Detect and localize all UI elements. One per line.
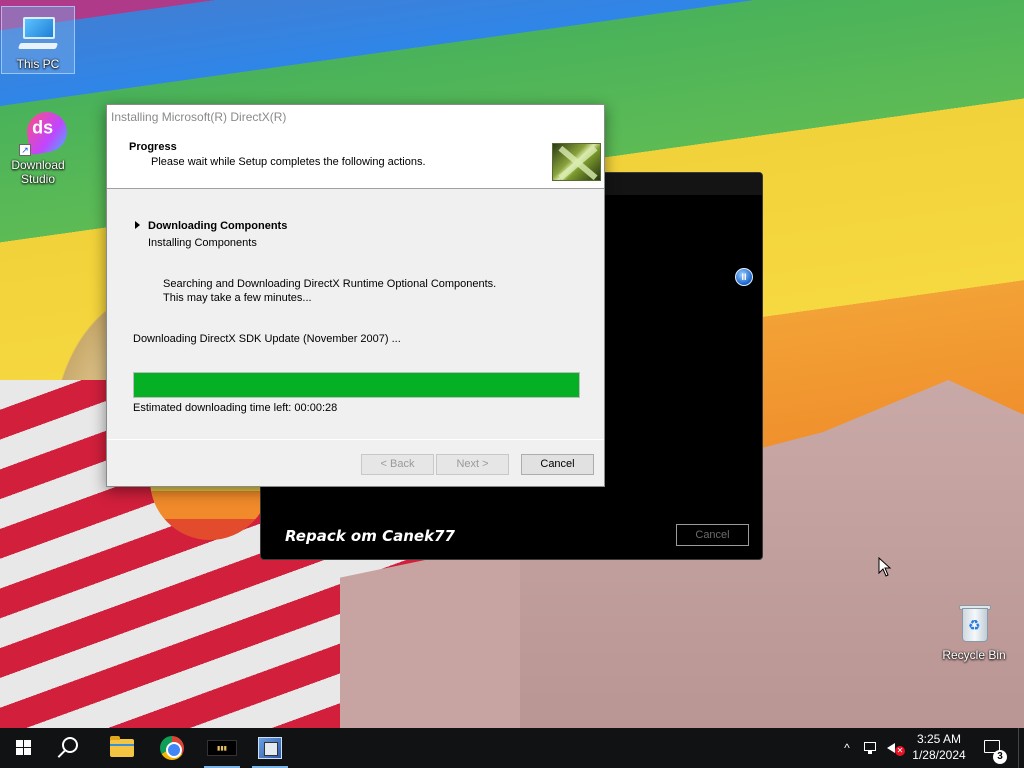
desktop-icon-label: Recycle Bin	[942, 648, 1006, 662]
shortcut-arrow-icon: ↗	[19, 144, 31, 156]
windows-start-icon	[16, 740, 32, 756]
network-icon[interactable]	[862, 728, 880, 768]
dialog-separator	[107, 439, 604, 440]
mouse-cursor-icon	[878, 556, 892, 580]
chrome-icon	[160, 736, 184, 760]
info-line-2: This may take a few minutes...	[163, 292, 312, 304]
desktop-icon-recycle-bin[interactable]: ♻ Recycle Bin	[937, 598, 1011, 668]
taskbar: ▮▮▮ ^ ✕ 3:25 AM 1/28/2024 3	[0, 728, 1024, 768]
dialog-header: Progress Please wait while Setup complet…	[107, 130, 604, 189]
computer-icon	[15, 13, 61, 55]
step-subtitle: Installing Components	[148, 237, 257, 249]
step-arrow-icon	[135, 221, 140, 229]
download-status: Downloading DirectX SDK Update (November…	[133, 333, 401, 345]
next-button[interactable]: Next >	[436, 454, 509, 475]
current-step: Downloading Components	[135, 220, 287, 232]
game-app-icon: ▮▮▮	[207, 740, 237, 756]
start-button[interactable]	[0, 728, 48, 768]
header-title: Progress	[129, 141, 177, 153]
directx-logo-icon	[552, 143, 601, 181]
pause-icon[interactable]: II	[735, 268, 753, 286]
back-button[interactable]: < Back	[361, 454, 434, 475]
dialog-title[interactable]: Installing Microsoft(R) DirectX(R)	[107, 105, 604, 130]
directx-setup-dialog: Installing Microsoft(R) DirectX(R) Progr…	[106, 104, 605, 487]
system-clock[interactable]: 3:25 AM 1/28/2024	[906, 728, 972, 768]
clock-date: 1/28/2024	[912, 748, 966, 762]
recycle-bin-icon: ♻	[951, 604, 997, 646]
progress-fill	[134, 373, 579, 397]
taskbar-chrome[interactable]	[148, 728, 196, 768]
taskbar-file-explorer[interactable]	[98, 728, 146, 768]
show-desktop-button[interactable]	[1018, 728, 1024, 768]
taskbar-setup-app[interactable]	[246, 728, 294, 768]
file-explorer-icon	[110, 736, 134, 757]
desktop-icon-this-pc[interactable]: This PC	[1, 6, 75, 74]
download-studio-icon: ds ↗	[15, 108, 71, 156]
repack-label: Repack om Canek77	[285, 527, 455, 545]
repack-cancel-button[interactable]: Cancel	[676, 524, 749, 546]
eta-text: Estimated downloading time left: 00:00:2…	[133, 402, 338, 414]
download-progress-bar	[133, 372, 580, 398]
notification-count-badge: 3	[993, 750, 1007, 764]
step-title: Downloading Components	[148, 220, 288, 232]
action-center-button[interactable]: 3	[978, 728, 1008, 768]
header-subtitle: Please wait while Setup completes the fo…	[151, 156, 426, 168]
setup-app-icon	[258, 737, 282, 759]
clock-time: 3:25 AM	[916, 732, 962, 746]
desktop-icon-label: This PC	[16, 57, 60, 71]
search-icon	[62, 737, 78, 753]
taskbar-game-app[interactable]: ▮▮▮	[198, 728, 246, 768]
search-button[interactable]	[48, 728, 96, 768]
info-line-1: Searching and Downloading DirectX Runtim…	[163, 278, 497, 290]
cancel-button[interactable]: Cancel	[521, 454, 594, 475]
show-hidden-icons-chevron[interactable]: ^	[838, 728, 856, 768]
volume-muted-icon[interactable]: ✕	[884, 728, 905, 768]
desktop-icon-download-studio[interactable]: ds ↗ Download Studio	[1, 104, 75, 188]
desktop-icon-label: Download Studio	[11, 158, 65, 186]
